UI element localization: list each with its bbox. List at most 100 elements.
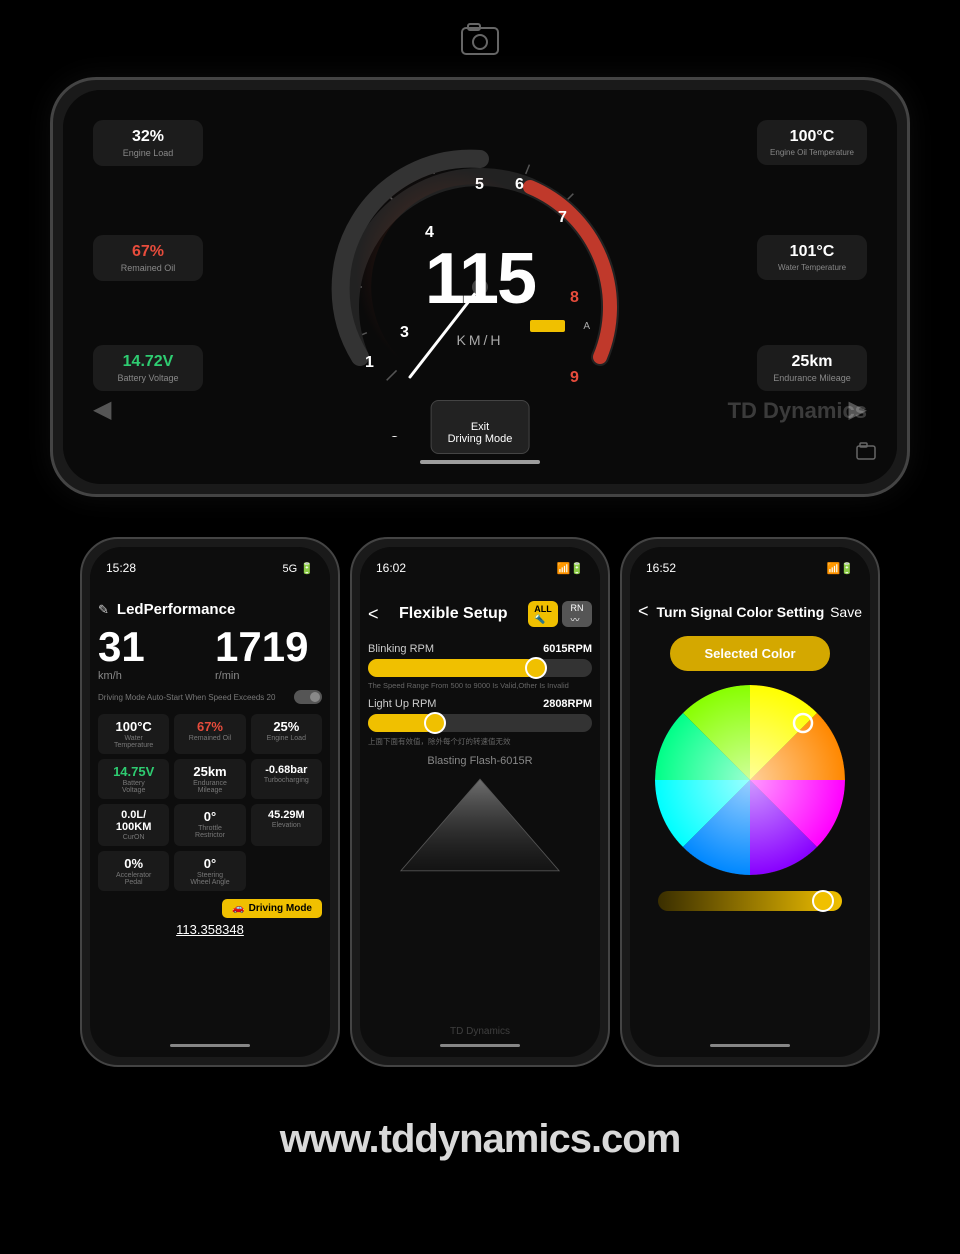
speed-rpm-row: 31 km/h 1719 r/min: [98, 626, 322, 682]
website-url: www.tddynamics.com: [280, 1117, 681, 1161]
color-wheel[interactable]: [655, 685, 845, 875]
home-indicator-landscape: [420, 460, 540, 464]
speed-unit: KM/H: [457, 332, 504, 348]
phone3-content: < Turn Signal Color Setting Save Selecte…: [630, 591, 870, 1057]
blinking-rpm-note: The Speed Range From 500 to 9000 Is Vali…: [368, 681, 592, 690]
svg-text:7: 7: [558, 209, 567, 226]
flex-icon-all[interactable]: ALL🔦: [528, 601, 558, 627]
phone3-time: 16:52: [646, 561, 676, 575]
metrics-grid: 100°C WaterTemperature 67% Remained Oil …: [98, 714, 322, 891]
flex-icon-run[interactable]: RN〰: [562, 601, 592, 627]
brightness-slider[interactable]: [658, 891, 842, 911]
metric-water-temp: 100°C WaterTemperature: [98, 714, 169, 754]
rpm-unit-label: r/min: [215, 670, 322, 682]
phone2-inner: 16:02 📶🔋 < Flexible Setup ALL🔦 RN〰 Blink…: [360, 547, 600, 1057]
auto-start-toggle[interactable]: [294, 690, 322, 704]
metric-engine-load: 25% Engine Load: [251, 714, 322, 754]
flex-mode-icons: ALL🔦 RN〰: [528, 601, 592, 627]
speed-unit-label: km/h: [98, 670, 205, 682]
color-wheel-container: [638, 685, 862, 875]
speed-number: 31: [98, 626, 205, 668]
pencil-icon: ✎: [98, 602, 109, 618]
engine-load-widget: 32% Engine Load: [93, 120, 203, 166]
phone3-side-button[interactable]: [878, 639, 880, 689]
top-screenshot-icon: [0, 0, 960, 67]
endurance-mileage-widget: 25km Endurance Mileage: [757, 345, 867, 391]
phone2-time: 16:02: [376, 561, 406, 575]
phone3-status-bar: 16:52 📶🔋: [630, 547, 870, 589]
exit-driving-mode-button[interactable]: Exit Driving Mode: [431, 400, 530, 454]
phone1-status-bar: 15:28 5G 🔋: [90, 547, 330, 589]
metric-consumption: 0.0L/100KM CurON: [98, 804, 169, 846]
rpm-number: 1719: [215, 626, 322, 668]
led-perf-title: LedPerformance: [117, 601, 235, 618]
phone2-status-bar: 16:02 📶🔋: [360, 547, 600, 589]
phone1-side-button[interactable]: [338, 639, 340, 689]
light-up-note: 上面下面有效值，除外每个灯的转速值无效: [368, 736, 592, 747]
phone2-signal: 📶🔋: [557, 562, 584, 575]
triangle-visualization: [368, 775, 592, 875]
svg-text:2: 2: [390, 434, 399, 437]
color-back-button[interactable]: <: [638, 601, 649, 622]
svg-text:9: 9: [570, 369, 579, 386]
flex-setup-title: Flexible Setup: [387, 605, 520, 623]
dashboard-screen: 32% Engine Load 67% Remained Oil 14.72V …: [63, 90, 897, 484]
brightness-thumb[interactable]: [812, 890, 834, 912]
color-setting-title: Turn Signal Color Setting: [657, 604, 831, 620]
phone1-inner: 15:28 5G 🔋 ✎ LedPerformance 31 km/h: [90, 547, 330, 1057]
light-up-thumb[interactable]: [424, 712, 446, 734]
speedometer: 1 2 3 4 5 6 7 8 9: [330, 137, 630, 437]
bottom-speed-display: 113.358348: [98, 922, 322, 937]
blinking-rpm-value: 6015RPM: [543, 643, 592, 655]
rpm-block: 1719 r/min: [215, 626, 322, 682]
phone-led-performance: 15:28 5G 🔋 ✎ LedPerformance 31 km/h: [80, 537, 340, 1067]
phone1-content: ✎ LedPerformance 31 km/h 1719 r/min: [90, 591, 330, 1057]
metric-endurance: 25km EnduranceMileage: [174, 759, 245, 799]
led-perf-header: ✎ LedPerformance: [98, 599, 322, 626]
selected-color-button[interactable]: Selected Color: [670, 636, 830, 671]
landscape-phone-inner: 32% Engine Load 67% Remained Oil 14.72V …: [63, 90, 897, 484]
toggle-label: Driving Mode Auto-Start When Speed Excee…: [98, 693, 275, 702]
metric-battery-v: 14.75V BatteryVoltage: [98, 759, 169, 799]
footer-url: www.tddynamics.com: [0, 1107, 960, 1182]
water-temp-widget: 101°C Water Temperature: [757, 235, 867, 280]
phone2-watermark: TD Dynamics: [450, 1026, 510, 1037]
blinking-rpm-slider[interactable]: [368, 659, 592, 677]
screenshot-icon-landscape: [855, 441, 877, 469]
blasting-flash-label: Blasting Flash-6015R: [368, 755, 592, 767]
light-up-value: 2808RPM: [543, 698, 592, 710]
phone3-home-indicator: [710, 1044, 790, 1047]
blinking-rpm-thumb[interactable]: [525, 657, 547, 679]
phone1-time: 15:28: [106, 561, 136, 575]
color-save-button[interactable]: Save: [830, 604, 862, 620]
brightness-slider-container: [638, 891, 862, 911]
driving-mode-icon: 🚗: [232, 903, 244, 914]
speed-block: 31 km/h: [98, 626, 205, 682]
auto-start-toggle-row: Driving Mode Auto-Start When Speed Excee…: [98, 686, 322, 708]
phone1-home-indicator: [170, 1044, 250, 1047]
phones-row: 15:28 5G 🔋 ✎ LedPerformance 31 km/h: [0, 537, 960, 1067]
blinking-rpm-label: Blinking RPM: [368, 643, 434, 655]
speed-display: 115: [425, 238, 535, 320]
driving-mode-label: Driving Mode: [249, 903, 312, 914]
landscape-phone-wrapper: 32% Engine Load 67% Remained Oil 14.72V …: [0, 77, 960, 497]
phone1-signal: 5G 🔋: [283, 562, 314, 575]
light-up-label: Light Up RPM: [368, 698, 436, 710]
light-up-slider[interactable]: [368, 714, 592, 732]
svg-text:3: 3: [400, 324, 409, 341]
phone3-signal: 📶🔋: [827, 562, 854, 575]
light-up-rpm-row: Light Up RPM 2808RPM: [368, 698, 592, 710]
flex-setup-header: < Flexible Setup ALL🔦 RN〰: [368, 599, 592, 637]
arrow-left[interactable]: ◀: [93, 395, 111, 424]
metric-throttle: 0° ThrottleRestrictor: [174, 804, 245, 846]
flex-back-button[interactable]: <: [368, 604, 379, 625]
landscape-phone: 32% Engine Load 67% Remained Oil 14.72V …: [50, 77, 910, 497]
battery-voltage-widget: 14.72V Battery Voltage: [93, 345, 203, 391]
phone2-side-button[interactable]: [608, 639, 610, 689]
svg-text:8: 8: [570, 289, 579, 306]
color-setting-header: < Turn Signal Color Setting Save: [638, 599, 862, 632]
phone2-home-indicator: [440, 1044, 520, 1047]
phone2-content: < Flexible Setup ALL🔦 RN〰 Blinking RPM 6…: [360, 591, 600, 1057]
metric-turbo: -0.68bar Turbocharging: [251, 759, 322, 799]
driving-mode-button[interactable]: 🚗 Driving Mode: [222, 899, 322, 918]
